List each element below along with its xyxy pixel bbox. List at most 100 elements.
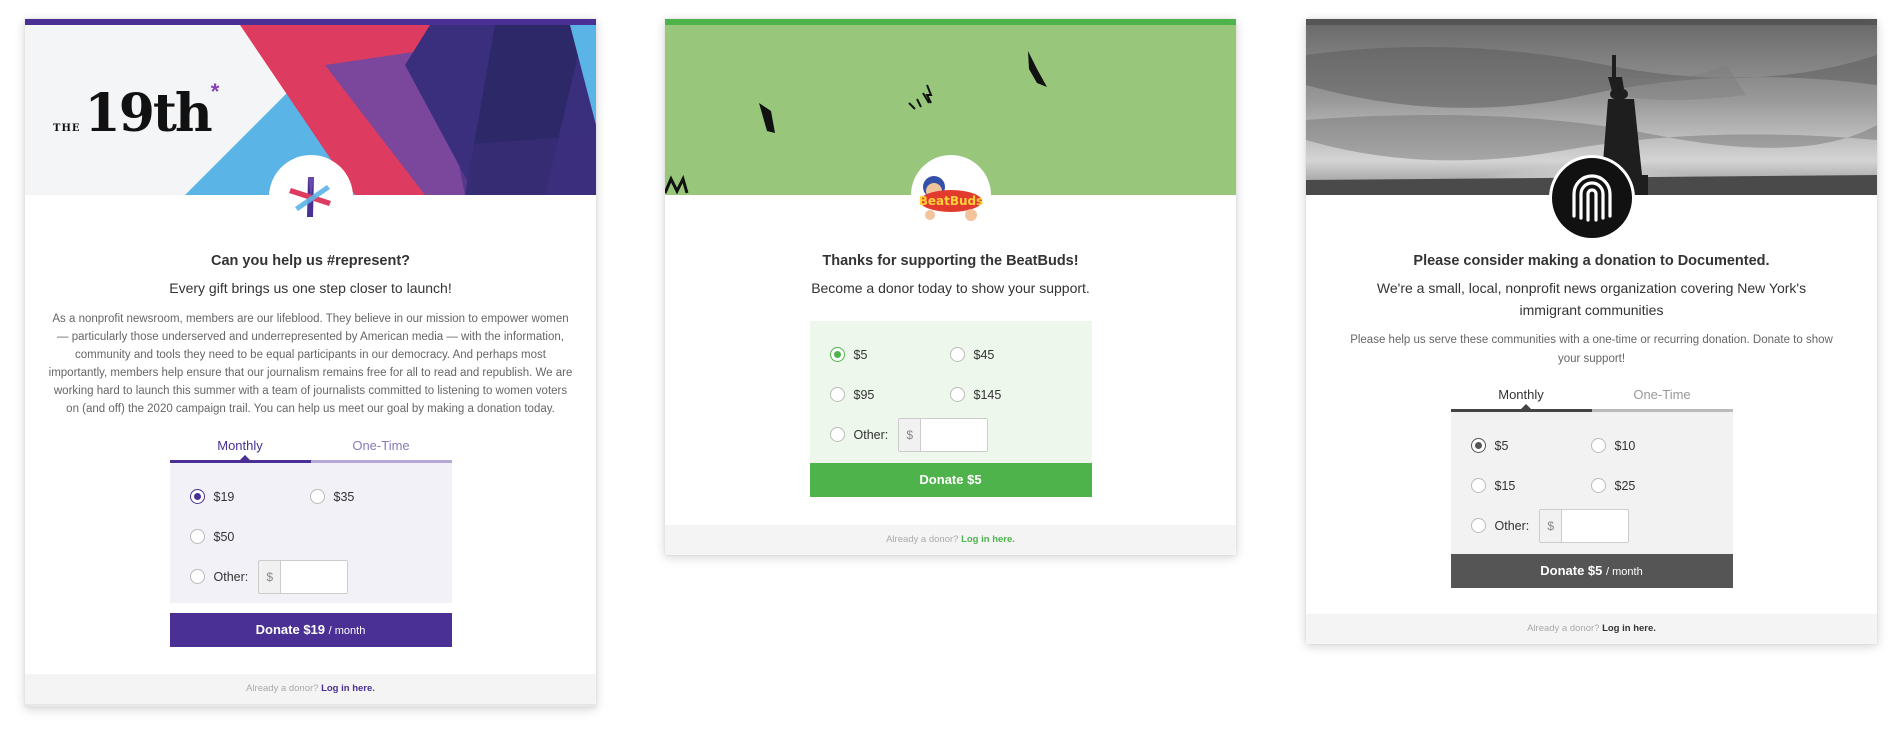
login-link[interactable]: Log in here. <box>1602 623 1656 634</box>
radio[interactable] <box>1590 438 1606 454</box>
amount-label: $5 <box>853 347 868 362</box>
other-label: Other: <box>213 569 249 584</box>
org-avatar <box>268 155 353 239</box>
other-amount-field[interactable] <box>1562 509 1629 542</box>
active-tab-indicator <box>1450 408 1592 412</box>
radio[interactable] <box>189 569 205 585</box>
donate-period: / month <box>1606 566 1643 579</box>
radio[interactable] <box>1470 518 1486 534</box>
other-label: Other: <box>1494 518 1530 533</box>
currency-prefix: $ <box>899 418 922 451</box>
radio-dot <box>1474 442 1482 450</box>
radio-dot <box>193 493 201 501</box>
radio[interactable] <box>949 347 965 363</box>
amount-options: $5 $10 $15 $25 Other: $ <box>1450 411 1733 552</box>
amount-label: $145 <box>973 387 1002 402</box>
amount-label: $95 <box>853 387 875 402</box>
amount-label: $25 <box>1614 478 1636 493</box>
card-description: Please help us serve these communities w… <box>1350 334 1833 365</box>
banner: THE 19th * <box>25 25 596 239</box>
card-subtitle: Become a donor today to show your suppor… <box>811 280 1090 296</box>
logo-wordmark: 19th <box>84 83 213 144</box>
amount-label: $50 <box>213 529 235 544</box>
logo-prefix: THE <box>53 123 81 134</box>
amount-option-95[interactable]: $95 <box>829 387 950 403</box>
amount-label: $19 <box>213 489 235 504</box>
cross-mark-icon <box>288 177 331 217</box>
amount-option-25[interactable]: $25 <box>1590 478 1711 494</box>
amount-option-35[interactable]: $35 <box>309 489 430 505</box>
radio-selected[interactable] <box>829 347 845 363</box>
tab-one-time[interactable]: One-Time <box>1592 382 1733 412</box>
amount-option-145[interactable]: $145 <box>949 387 1070 403</box>
amount-option-19[interactable]: .c19::after{} $19 <box>189 489 310 505</box>
other-amount-field[interactable] <box>921 418 988 451</box>
radio[interactable] <box>829 387 845 403</box>
donate-button[interactable]: Donate $5 / month <box>1450 553 1733 588</box>
footer-text: Already a donor? <box>246 682 319 694</box>
amount-option-5[interactable]: $5 <box>1470 438 1591 454</box>
radio[interactable] <box>189 529 205 545</box>
beatbuds-logo-icon: BeatBuds <box>918 176 983 221</box>
active-tab-indicator <box>169 459 311 463</box>
radio[interactable] <box>949 387 965 403</box>
other-amount-input[interactable]: $ <box>258 559 349 594</box>
other-label: Other: <box>853 427 889 442</box>
radio[interactable] <box>829 427 845 443</box>
tab-one-time[interactable]: One-Time <box>311 433 452 463</box>
donation-card-beatbuds: BeatBuds Thanks for supporting the BeatB… <box>665 19 1236 555</box>
card-subtitle: Every gift brings us one step closer to … <box>169 280 452 296</box>
radio-selected[interactable] <box>1470 438 1486 454</box>
amount-option-5[interactable]: $5 <box>829 347 950 363</box>
other-amount-input[interactable]: $ <box>898 417 989 452</box>
amount-option-15[interactable]: $15 <box>1470 478 1591 494</box>
amount-label: $15 <box>1494 478 1516 493</box>
currency-prefix: $ <box>259 560 282 593</box>
donation-card-documented: Please consider making a donation to Doc… <box>1306 19 1877 644</box>
amount-options: $5 $45 $95 $145 Other: $ <box>809 320 1092 463</box>
amount-option-other[interactable]: Other: <box>1470 518 1530 534</box>
card-footer: Already a donor? Log in here. <box>1306 613 1877 644</box>
amount-options: .c19::after{} $19 $35 $50 Other: <box>169 462 452 603</box>
radio[interactable] <box>309 489 325 505</box>
card-title: Thanks for supporting the BeatBuds! <box>822 253 1079 269</box>
donate-button[interactable]: Donate $19 / month <box>169 612 452 647</box>
other-amount-input[interactable]: $ <box>1539 508 1630 543</box>
amount-label: $10 <box>1614 438 1636 453</box>
currency-prefix: $ <box>1540 509 1563 542</box>
login-link[interactable]: Log in here. <box>321 683 375 694</box>
footer-text: Already a donor? <box>886 533 959 545</box>
login-link[interactable]: Log in here. <box>961 534 1015 545</box>
asterisk-icon: * <box>210 79 220 104</box>
donate-button[interactable]: Donate $5 <box>809 462 1092 497</box>
amount-option-50[interactable]: $50 <box>189 529 310 545</box>
amount-label: $5 <box>1494 438 1509 453</box>
footer-text: Already a donor? <box>1527 622 1600 634</box>
fingerprint-icon <box>1571 174 1612 222</box>
card-title: Can you help us #represent? <box>210 253 411 269</box>
card-footer: Already a donor? Log in here. <box>665 524 1236 555</box>
radio-dot <box>833 351 841 359</box>
donate-label: Donate $19 <box>255 622 326 638</box>
donate-period: / month <box>328 625 366 638</box>
amount-option-other[interactable]: Other: <box>829 427 889 443</box>
tab-underline <box>310 459 452 463</box>
donate-label: Donate $5 <box>919 472 982 488</box>
org-avatar: BeatBuds <box>910 155 991 235</box>
donation-form: Monthly One-Time $5 $10 $15 $25 Other: $… <box>1450 382 1733 588</box>
radio[interactable] <box>1470 478 1486 494</box>
amount-option-other[interactable]: Other: <box>189 569 249 585</box>
other-amount-field[interactable] <box>281 560 348 593</box>
radio[interactable] <box>1590 478 1606 494</box>
amount-option-45[interactable]: $45 <box>949 347 1070 363</box>
donate-label: Donate $5 <box>1540 563 1603 579</box>
site-logo: THE 19th * <box>53 79 219 144</box>
card-title: Please consider making a donation to Doc… <box>1413 253 1770 269</box>
card-footer: Already a donor? Log in here. <box>25 673 596 704</box>
card-description: As a nonprofit newsroom, members are our… <box>48 312 573 416</box>
frequency-tabs: Monthly One-Time <box>169 433 452 463</box>
radio-selected[interactable]: .c19::after{} <box>189 489 205 505</box>
card-subtitle: We're a small, local, nonprofit news org… <box>1376 280 1807 318</box>
org-avatar <box>1548 155 1635 241</box>
amount-option-10[interactable]: $10 <box>1590 438 1711 454</box>
